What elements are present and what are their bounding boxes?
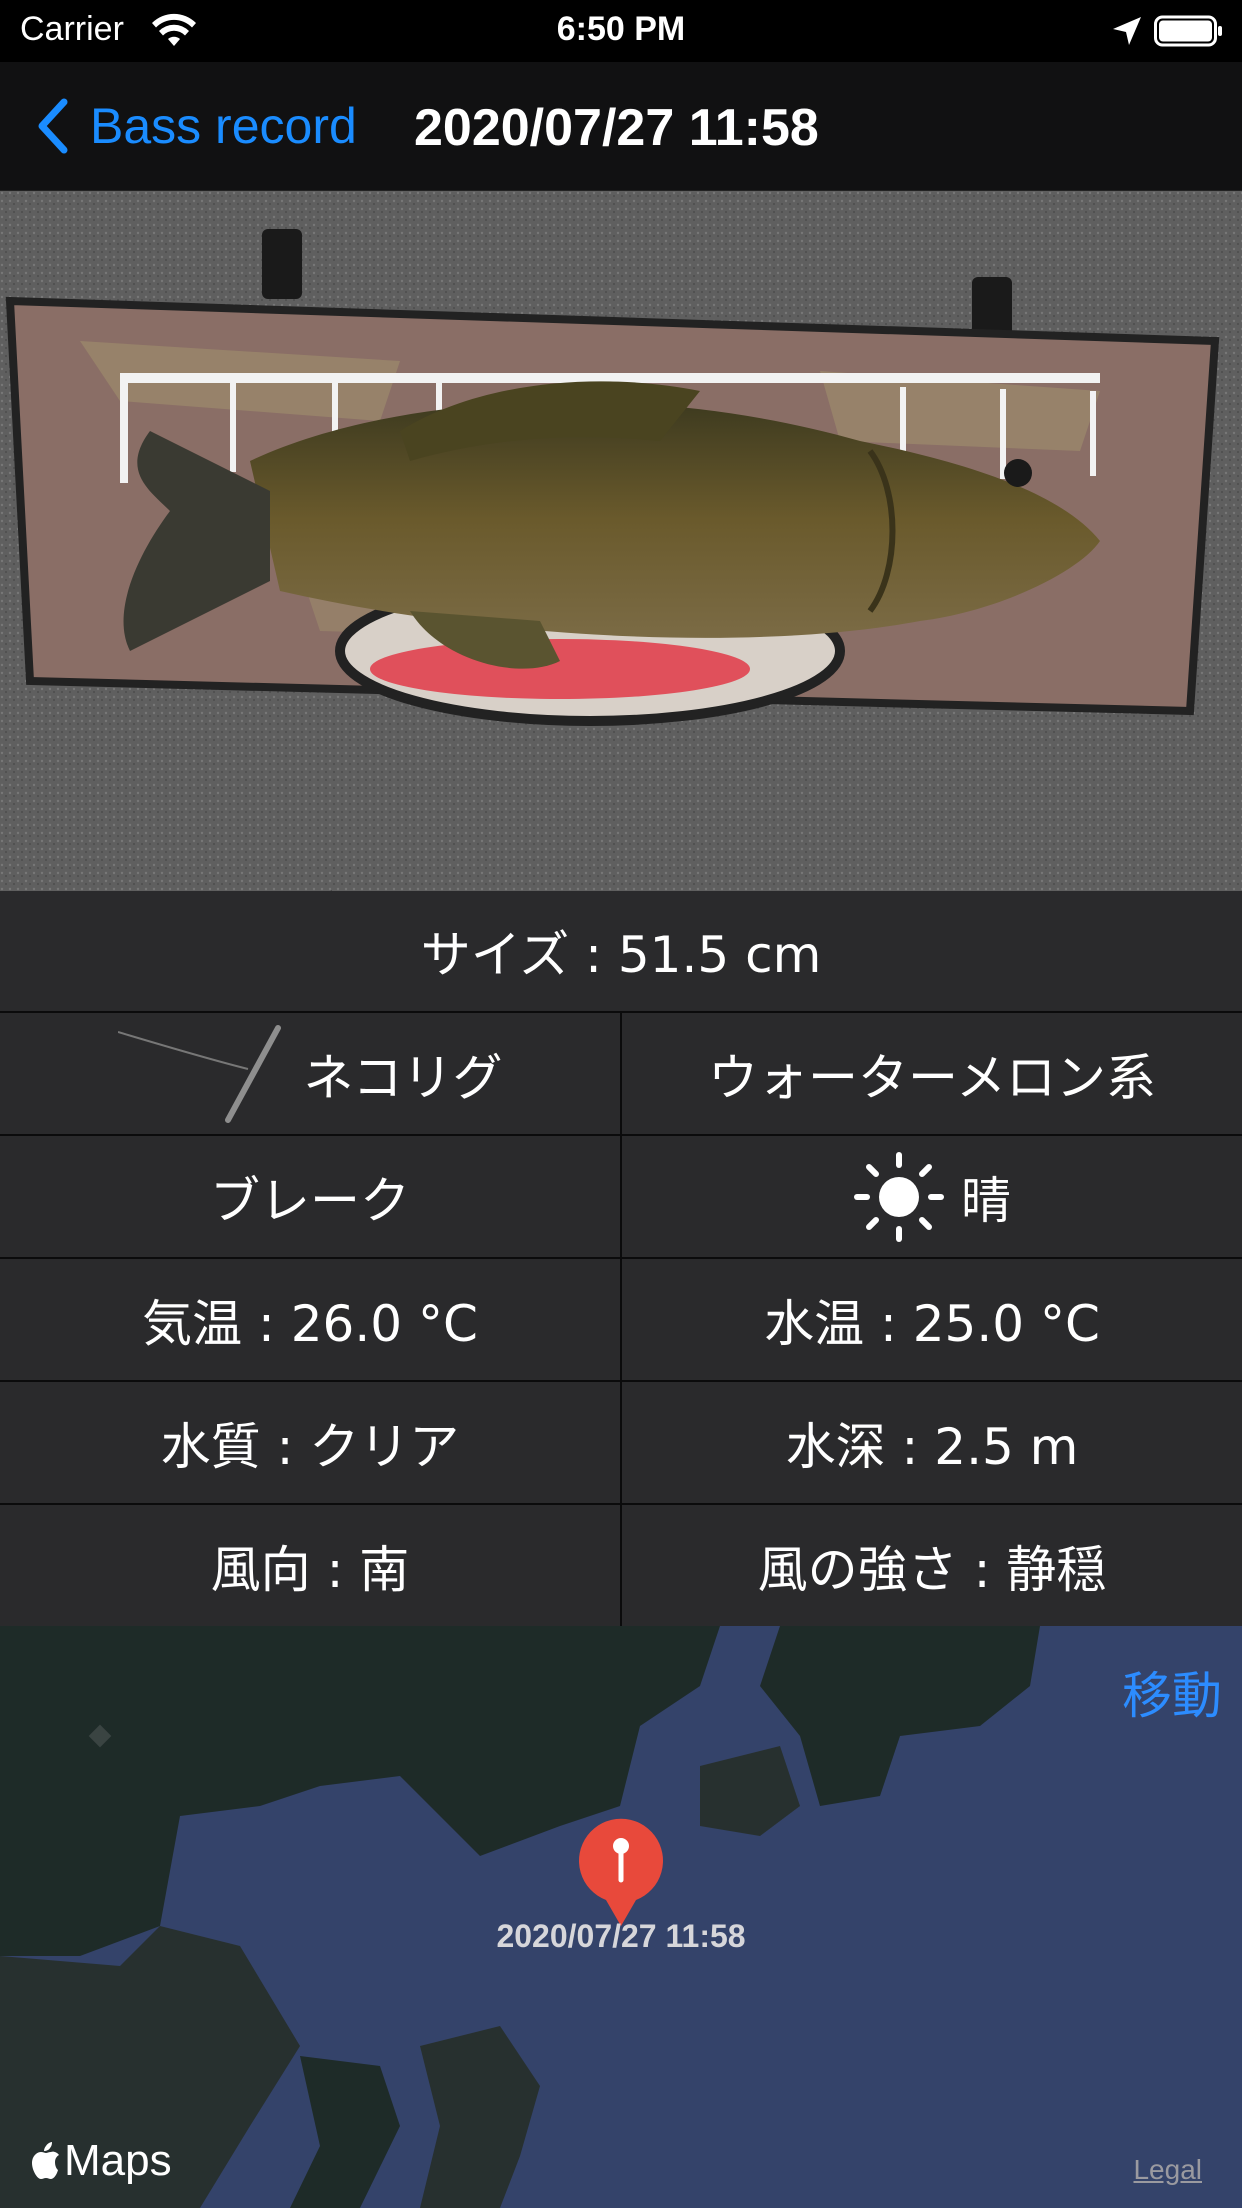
- water-depth-cell: 水深 : 2.5 m: [622, 1382, 1242, 1503]
- rig-icon: [117, 1024, 281, 1123]
- water-clarity-label: 水質 : クリア: [160, 1417, 460, 1476]
- status-bar: Carrier 6:50 PM: [0, 0, 1242, 62]
- rig-label: ネコリグ: [303, 1048, 503, 1107]
- wind-row: 風向 : 南 風の強さ : 静穏: [0, 1505, 1242, 1626]
- weather-label: 晴: [961, 1171, 1011, 1230]
- weather-cell: 晴: [622, 1136, 1242, 1257]
- map-pin-icon[interactable]: [576, 1818, 666, 1928]
- structure-label: ブレーク: [210, 1171, 410, 1230]
- water-temp-label: 水温 : 25.0 °C: [764, 1294, 1100, 1353]
- size-value: サイズ : 51.5 cm: [420, 926, 822, 984]
- wind-strength-label: 風の強さ : 静穏: [757, 1540, 1107, 1599]
- water-depth-label: 水深 : 2.5 m: [785, 1417, 1079, 1476]
- catch-details: サイズ : 51.5 cm ネコリグ ウォーターメロン系 ブレーク 晴 気温:…: [0, 891, 1242, 1626]
- apple-logo-icon: [32, 2142, 59, 2179]
- air-temp-label: 気温 : 26.0 °C: [142, 1294, 478, 1353]
- water-clarity-cell: 水質 : クリア: [0, 1382, 622, 1503]
- legal-link[interactable]: Legal: [1133, 2154, 1202, 2186]
- temperature-row: 気温 : 26.0 °C 水温 : 25.0 °C: [0, 1259, 1242, 1382]
- sun-icon: [854, 1151, 944, 1242]
- battery-icon: [1154, 15, 1222, 47]
- air-temp-cell: 気温 : 26.0 °C: [0, 1259, 622, 1380]
- chevron-left-icon: [38, 98, 68, 154]
- back-button[interactable]: Bass record: [34, 96, 357, 156]
- catch-photo: [0, 191, 1242, 891]
- structure-cell: ブレーク: [0, 1136, 622, 1257]
- wind-strength-cell: 風の強さ : 静穏: [622, 1505, 1242, 1626]
- fish-photo-image: [0, 191, 1242, 891]
- catch-location-map[interactable]: 移動 2020/07/27 11:58 Maps Legal: [0, 1626, 1242, 2208]
- time-label: 6:50 PM: [556, 10, 686, 48]
- wind-direction-cell: 風向 : 南: [0, 1505, 622, 1626]
- wind-direction-label: 風向 : 南: [210, 1540, 410, 1599]
- page-title: 2020/07/27 11:58: [414, 99, 819, 157]
- maps-logo: Maps: [28, 2136, 172, 2186]
- water-row: 水質 : クリア 水深 : 2.5 m: [0, 1382, 1242, 1505]
- rig-cell: ネコリグ: [0, 1013, 622, 1134]
- size-row: サイズ : 51.5 cm: [0, 891, 1242, 1013]
- location-arrow-icon: [1113, 17, 1141, 45]
- move-button[interactable]: 移動: [1122, 1656, 1222, 1728]
- water-temp-cell: 水温 : 25.0 °C: [622, 1259, 1242, 1380]
- color-cell: ウォーターメロン系: [622, 1013, 1242, 1134]
- navigation-bar: Bass record 2020/07/27 11:58: [0, 62, 1242, 191]
- structure-weather-row: ブレーク 晴: [0, 1136, 1242, 1259]
- back-button-label: Bass record: [90, 98, 357, 154]
- lure-color-label: ウォーターメロン系: [708, 1048, 1156, 1107]
- lure-row: ネコリグ ウォーターメロン系: [0, 1013, 1242, 1136]
- maps-logo-text: Maps: [64, 2136, 172, 2185]
- map-pin-label: 2020/07/27 11:58: [496, 1918, 746, 1954]
